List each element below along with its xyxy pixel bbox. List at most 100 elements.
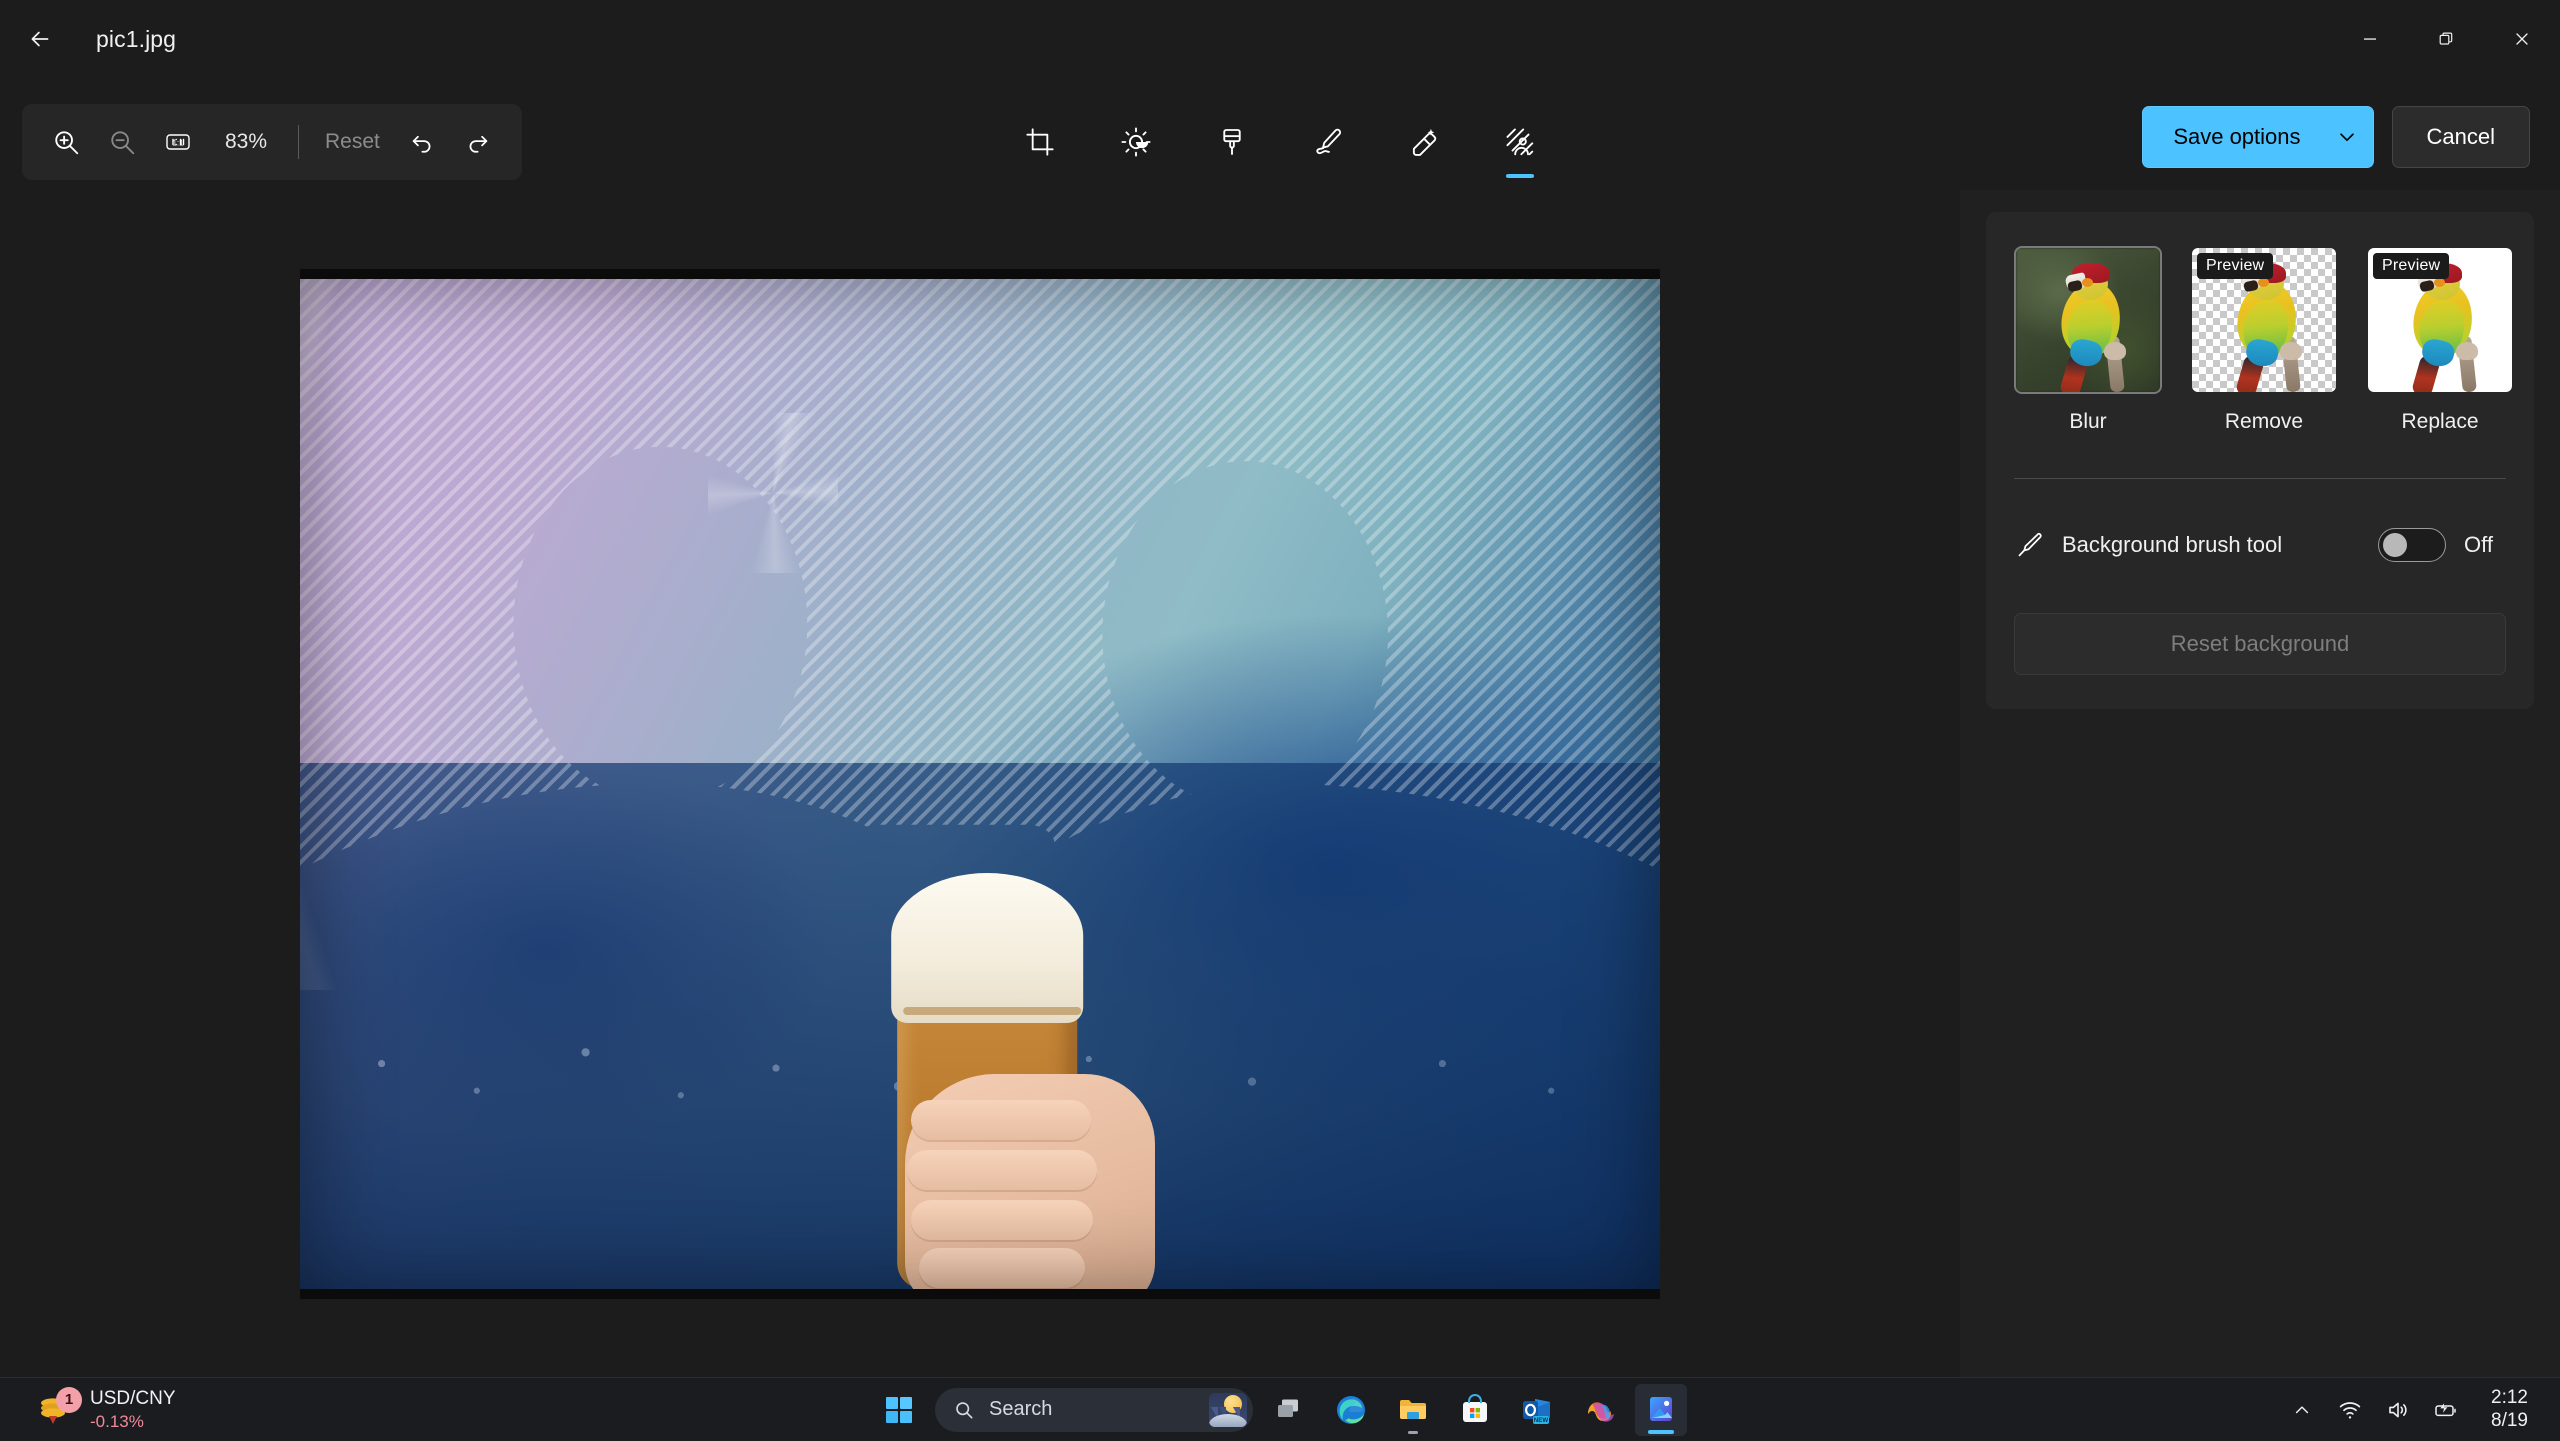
save-options-caret[interactable] (2321, 106, 2373, 168)
copilot-icon (1583, 1394, 1615, 1426)
background-option-blur[interactable]: Blur (2014, 246, 2162, 434)
save-options-label: Save options (2173, 124, 2300, 150)
background-options-panel: Blur Preview Remove (1960, 190, 2560, 1377)
svg-text:1:1: 1:1 (172, 138, 184, 147)
background-option-replace[interactable]: Preview Replace (2366, 246, 2514, 434)
undo-button[interactable] (396, 116, 448, 168)
zoom-in-button[interactable] (40, 116, 92, 168)
zoom-out-button[interactable] (96, 116, 148, 168)
preview-badge: Preview (2373, 253, 2449, 279)
app-active-indicator (1648, 1430, 1674, 1434)
background-brush-state: Off (2464, 532, 2506, 558)
battery-button[interactable] (2425, 1387, 2467, 1433)
taskbar-app-task-view[interactable] (1263, 1384, 1315, 1436)
moon-landscape-icon (1209, 1393, 1247, 1427)
battery-charging-icon (2433, 1398, 2459, 1422)
clock-time: 2:12 (2491, 1387, 2528, 1410)
close-icon (2513, 30, 2531, 48)
reset-background-button[interactable]: Reset background (2014, 613, 2506, 675)
tool-filters[interactable] (1201, 111, 1263, 173)
taskbar-app-file-explorer[interactable] (1387, 1384, 1439, 1436)
restore-button[interactable] (2408, 0, 2484, 78)
redo-icon (464, 128, 492, 156)
title-bar: pic1.jpg (0, 0, 2560, 78)
minimize-button[interactable] (2332, 0, 2408, 78)
option-thumbnail (2014, 246, 2162, 394)
paintbrush-icon (1216, 126, 1248, 158)
tool-markup[interactable] (1297, 111, 1359, 173)
windows-start-icon (885, 1396, 913, 1424)
background-brush-toggle[interactable] (2378, 528, 2446, 562)
wifi-button[interactable] (2329, 1387, 2371, 1433)
crop-icon (1024, 126, 1056, 158)
save-options-button[interactable]: Save options (2142, 106, 2373, 168)
window-controls (2332, 0, 2560, 78)
subject-hand (905, 1074, 1155, 1299)
volume-button[interactable] (2377, 1387, 2419, 1433)
app-running-indicator (1408, 1431, 1418, 1434)
widget-text: USD/CNY -0.13% (90, 1387, 176, 1432)
redo-button[interactable] (452, 116, 504, 168)
pen-icon (1312, 126, 1344, 158)
taskbar-widget-usd-cny[interactable]: 1 USD/CNY -0.13% (22, 1378, 188, 1441)
taskbar-center: Search (873, 1378, 1687, 1441)
task-view-icon (1274, 1395, 1304, 1425)
photo-image (300, 269, 1660, 1299)
zoom-out-icon (107, 127, 137, 157)
canvas-area (0, 190, 1960, 1377)
tool-erase[interactable] (1393, 111, 1455, 173)
tool-adjustment[interactable] (1105, 111, 1167, 173)
taskbar-app-outlook[interactable]: NEW (1511, 1384, 1563, 1436)
zoom-in-icon (51, 127, 81, 157)
system-tray: 2:12 8/19 (2281, 1378, 2542, 1441)
background-options-card: Blur Preview Remove (1986, 212, 2534, 709)
zoom-toolbar: 1:1 83% Reset (22, 104, 522, 180)
background-brush-row: Background brush tool Off (2014, 521, 2506, 569)
close-button[interactable] (2484, 0, 2560, 78)
actual-size-button[interactable]: 1:1 (152, 116, 204, 168)
option-thumbnail: Preview (2366, 246, 2514, 394)
volume-icon (2386, 1398, 2410, 1422)
brightness-icon (1120, 126, 1152, 158)
photos-editor-window: pic1.jpg (0, 0, 2560, 1377)
restore-icon (2437, 30, 2455, 48)
preview-badge: Preview (2197, 253, 2273, 279)
brush-icon-wrap (2014, 530, 2050, 560)
chevron-up-icon (2292, 1400, 2312, 1420)
background-icon (1504, 126, 1536, 158)
taskbar-app-microsoft-edge[interactable] (1325, 1384, 1377, 1436)
search-input[interactable]: Search (935, 1388, 1253, 1432)
tool-active-underline (1506, 174, 1534, 178)
start-button[interactable] (873, 1384, 925, 1436)
photo-letterbox-bottom (300, 1289, 1660, 1299)
taskbar-app-copilot[interactable] (1573, 1384, 1625, 1436)
reset-background-label: Reset background (2171, 631, 2350, 657)
background-option-list: Blur Preview Remove (2014, 246, 2506, 434)
clock[interactable]: 2:12 8/19 (2483, 1383, 2536, 1437)
outlook-icon: NEW (1521, 1394, 1553, 1426)
background-option-remove[interactable]: Preview Remove (2190, 246, 2338, 434)
tool-background[interactable] (1489, 111, 1551, 173)
option-label: Remove (2190, 410, 2338, 434)
chevron-down-icon (2336, 126, 2358, 148)
option-label: Replace (2366, 410, 2514, 434)
widget-delta: -0.13% (90, 1411, 176, 1432)
tool-crop[interactable] (1009, 111, 1071, 173)
taskbar-app-microsoft-store[interactable] (1449, 1384, 1501, 1436)
photo-canvas[interactable] (300, 269, 1660, 1299)
taskbar: 1 USD/CNY -0.13% Search (0, 1377, 2560, 1440)
photos-icon (1646, 1394, 1676, 1426)
store-icon (1459, 1394, 1491, 1426)
photo-subjects (300, 269, 1660, 1299)
tray-expand-button[interactable] (2281, 1387, 2323, 1433)
reset-zoom-button[interactable]: Reset (313, 130, 392, 154)
back-button[interactable] (12, 11, 68, 67)
widget-badge: 1 (56, 1387, 82, 1413)
cancel-button[interactable]: Cancel (2392, 106, 2530, 168)
widget-title: USD/CNY (90, 1387, 176, 1411)
search-icon (953, 1399, 975, 1421)
option-label: Blur (2014, 410, 2162, 434)
zoom-level-label[interactable]: 83% (208, 130, 284, 154)
taskbar-app-photos[interactable] (1635, 1384, 1687, 1436)
svg-text:NEW: NEW (1534, 1417, 1549, 1424)
